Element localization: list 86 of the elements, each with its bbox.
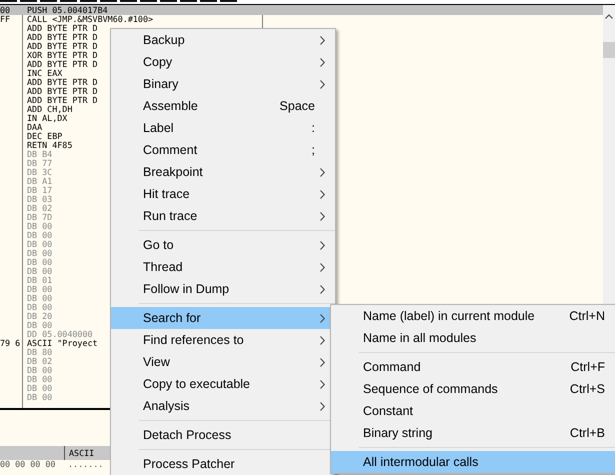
- chevron-right-icon: [320, 336, 325, 344]
- hex-bytes: 00 00 00 00: [0, 460, 56, 469]
- scroll-up-icon[interactable]: [605, 14, 613, 19]
- chevron-right-icon: [320, 262, 325, 272]
- instruction-text: DB 80: [27, 347, 52, 357]
- chevron-right-icon: [320, 36, 325, 44]
- instruction-text: XOR BYTE PTR D: [27, 50, 98, 60]
- instruction-text: DB 00: [27, 320, 52, 330]
- instruction-text: ADD BYTE PTR D: [27, 32, 98, 42]
- instruction-text: DB 00: [27, 365, 52, 375]
- menu-item[interactable]: Label :: [111, 117, 335, 139]
- menu-item[interactable]: Breakpoint: [111, 161, 335, 183]
- menu-item[interactable]: Binary string Ctrl+B: [331, 422, 615, 444]
- instruction-text: DB A1: [27, 176, 52, 186]
- instruction-text: DB 00: [27, 284, 52, 294]
- menu-item[interactable]: Sequence of commands Ctrl+S: [331, 378, 615, 400]
- instruction-text: DB 03: [27, 194, 52, 204]
- chevron-right-icon: [320, 358, 325, 366]
- instruction-text: PUSH 05.004017B4: [27, 5, 108, 15]
- menu-item[interactable]: All intermodular calls: [331, 451, 615, 473]
- instruction-text: ADD BYTE PTR D: [27, 77, 98, 87]
- instruction-text: DB 00: [27, 383, 52, 393]
- instruction-text: ADD BYTE PTR D: [27, 95, 98, 105]
- ascii-text: .......: [67, 460, 104, 469]
- menu-item[interactable]: Constant: [331, 400, 615, 422]
- instruction-text: DB 00: [27, 392, 52, 402]
- instruction-text: ADD BYTE PTR D: [27, 23, 98, 33]
- chevron-right-icon: [320, 58, 325, 66]
- menu-item[interactable]: Go to: [111, 234, 335, 256]
- instruction-text: INC EAX: [27, 68, 62, 78]
- instruction-text: DB 01: [27, 275, 52, 285]
- instruction-text: DD 05.0040000: [27, 329, 93, 339]
- instruction-text: ASCII "Proyect: [27, 338, 98, 348]
- menu-item[interactable]: Hit trace: [111, 183, 335, 205]
- instruction-text: DEC EBP: [27, 131, 62, 141]
- chevron-right-icon: [320, 380, 325, 388]
- instruction-text: IN AL,DX: [27, 113, 68, 123]
- instruction-text: DB 00: [27, 266, 52, 276]
- menu-item[interactable]: Name in all modules: [331, 327, 615, 349]
- instruction-text: DB B4: [27, 149, 52, 159]
- instruction-text: RETN 4F85: [27, 140, 72, 150]
- menu-item[interactable]: Backup: [111, 29, 335, 51]
- instruction-text: DB 02: [27, 203, 52, 213]
- instruction-text: DB 17: [27, 185, 52, 195]
- instruction-text: DB 00: [27, 302, 52, 312]
- menu-item[interactable]: Assemble Space: [111, 95, 335, 117]
- instruction-text: CALL <JMP.&MSVBVM60.#100>: [27, 14, 154, 24]
- instruction-text: ADD CH,DH: [27, 104, 72, 114]
- instruction-text: DB 3C: [27, 167, 52, 177]
- menu-item[interactable]: Thread: [111, 256, 335, 278]
- chevron-right-icon: [320, 212, 325, 220]
- address-text: 00: [0, 5, 10, 15]
- scroll-thumb[interactable]: [603, 42, 615, 58]
- menu-item[interactable]: Copy: [111, 51, 335, 73]
- instruction-text: ADD BYTE PTR D: [27, 41, 98, 51]
- chevron-right-icon: [320, 284, 325, 294]
- instruction-text: DB 7D: [27, 212, 52, 222]
- instruction-text: ADD BYTE PTR D: [27, 59, 98, 69]
- instruction-text: DB 00: [27, 248, 52, 258]
- chevron-right-icon: [320, 314, 325, 322]
- scrollbar[interactable]: [603, 5, 615, 304]
- instruction-text: DB 77: [27, 158, 52, 168]
- column-header: ASCII: [68, 448, 94, 458]
- menu-item[interactable]: Follow in Dump: [111, 278, 335, 300]
- instruction-text: DB 02: [27, 356, 52, 366]
- chevron-right-icon: [320, 190, 325, 198]
- chevron-right-icon: [320, 80, 325, 88]
- chevron-right-icon: [320, 168, 325, 176]
- instruction-text: DB 00: [27, 293, 52, 303]
- menu-item[interactable]: Comment ;: [111, 139, 335, 161]
- menu-item[interactable]: Command Ctrl+F: [331, 356, 615, 378]
- chevron-right-icon: [320, 402, 325, 410]
- instruction-text: DB 00: [27, 239, 52, 249]
- menu-item[interactable]: Binary: [111, 73, 335, 95]
- address-text: 79 6: [0, 339, 20, 348]
- instruction-text: ADD BYTE PTR D: [27, 86, 98, 96]
- address-text: FF: [0, 15, 10, 24]
- instruction-text: DAA: [27, 122, 42, 132]
- instruction-text: DB 00: [27, 221, 52, 231]
- instruction-text: DB 00: [27, 257, 52, 267]
- instruction-text: DB 00: [27, 374, 52, 384]
- instruction-text: DB 20: [27, 311, 52, 321]
- menu-item[interactable]: Run trace: [111, 205, 335, 227]
- selected-row[interactable]: 00 PUSH 05.004017B4: [0, 5, 603, 15]
- chevron-right-icon: [320, 240, 325, 250]
- instruction-text: DB 00: [27, 230, 52, 240]
